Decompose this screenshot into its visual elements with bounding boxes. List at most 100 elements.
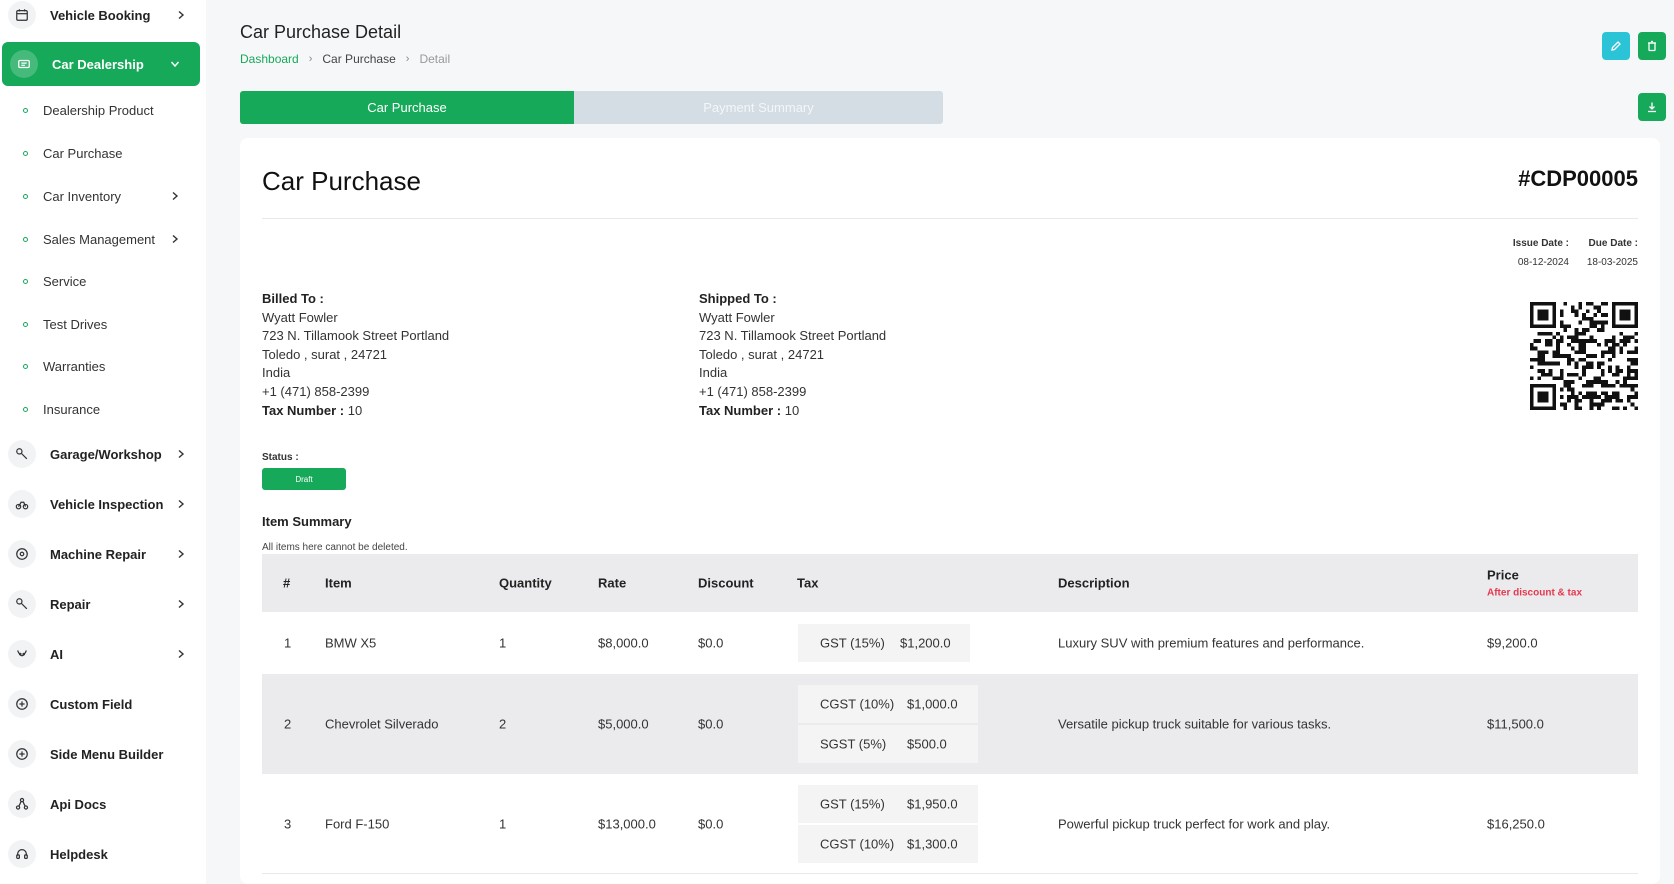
breadcrumb-detail: Detail (419, 52, 451, 66)
row-discount: $0.0 (698, 635, 724, 651)
tax-entry: CGST (10%) $1,300.0 (798, 825, 978, 863)
sidebar-item-label: Api Docs (50, 796, 107, 812)
sidebar-subitem-label: Car Purchase (43, 145, 123, 161)
sidebar-item-custom-field[interactable]: Custom Field (0, 682, 206, 726)
due-date-value: 18-03-2025 (1586, 257, 1638, 268)
chevron-right-icon (178, 549, 185, 559)
col-discount: Discount (698, 575, 754, 591)
sidebar-item-machine-repair[interactable]: Machine Repair (0, 532, 206, 576)
headset-icon (8, 840, 36, 868)
sidebar-item-repair[interactable]: Repair (0, 582, 206, 626)
breadcrumb-dashboard[interactable]: Dashboard (240, 52, 299, 66)
col-description: Description (1058, 575, 1130, 591)
invoice-title: Car Purchase (262, 166, 421, 196)
tax-name: GST (15%) (820, 635, 885, 651)
sidebar-subitem-car-purchase[interactable]: Car Purchase (0, 133, 206, 173)
download-button[interactable] (1638, 93, 1666, 121)
breadcrumb: Dashboard › Car Purchase › Detail (240, 52, 450, 66)
sidebar-subitem-car-inventory[interactable]: Car Inventory (0, 176, 206, 216)
bullet-icon (23, 107, 28, 113)
page-title: Car Purchase Detail (240, 22, 402, 42)
tax-name: GST (15%) (820, 796, 885, 812)
col-tax: Tax (797, 575, 819, 591)
tab-payment-summary[interactable]: Payment Summary (574, 91, 943, 124)
sidebar-item-ai[interactable]: AI (0, 632, 206, 676)
chevron-right-icon (178, 599, 185, 609)
sidebar-item-label: Vehicle Booking (50, 7, 151, 23)
pencil-icon (1611, 41, 1621, 51)
row-quantity: 1 (499, 816, 507, 831)
sidebar-subitem-label: Test Drives (43, 316, 108, 332)
sidebar-item-side-menu-builder[interactable]: Side Menu Builder (0, 732, 206, 776)
tax-name: SGST (5%) (820, 736, 887, 752)
table-row: 2 Chevrolet Silverado 2 $5,000.0 $0.0 CG… (262, 674, 1638, 774)
chevron-right-icon (178, 449, 185, 459)
bullet-icon (23, 363, 28, 369)
sidebar-subitem-dealership-product[interactable]: Dealership Product (0, 90, 206, 130)
bullet-icon (23, 150, 28, 156)
sidebar-subitem-service[interactable]: Service (0, 261, 206, 301)
bullet-icon (23, 236, 28, 242)
row-item: BMW X5 (325, 635, 377, 651)
billed-to-city: Toledo , surat , 24721 (262, 346, 388, 362)
billed-to-phone: +1 (471) 858-2399 (262, 383, 370, 399)
billed-to-street: 723 N. Tillamook Street Portland (262, 328, 450, 344)
sidebar-item-vehicle-inspection[interactable]: Vehicle Inspection (0, 482, 206, 526)
sidebar-subitem-label: Insurance (43, 401, 101, 417)
sidebar-subitem-test-drives[interactable]: Test Drives (0, 304, 206, 344)
edit-button[interactable] (1602, 32, 1630, 60)
billed-to-country: India (262, 365, 291, 381)
chevron-right-icon: › (308, 53, 313, 65)
chevron-right-icon (172, 191, 179, 201)
wrench-icon (8, 440, 36, 468)
sidebar-subitem-label: Car Inventory (43, 188, 122, 204)
trash-icon (1648, 40, 1656, 52)
sidebar-subitem-warranties[interactable]: Warranties (0, 346, 206, 386)
item-summary-title: Item Summary (262, 514, 352, 529)
tab-car-purchase[interactable]: Car Purchase (240, 91, 574, 124)
row-quantity: 1 (499, 635, 507, 651)
motorbike-icon (8, 490, 36, 518)
qr-code (1530, 302, 1638, 410)
sidebar-item-helpdesk[interactable]: Helpdesk (0, 832, 206, 876)
sidebar-item-vehicle-booking[interactable]: Vehicle Booking (0, 0, 206, 37)
bullet-icon (23, 193, 28, 199)
shipped-to-tax: Tax Number : 10 (699, 402, 886, 421)
car-dealership-icon (10, 50, 38, 78)
sidebar-item-label: Car Dealership (52, 56, 144, 72)
chevron-right-icon (178, 10, 185, 20)
col-quantity: Quantity (499, 575, 552, 591)
row-number: 2 (284, 716, 292, 732)
plus-circle-icon (8, 740, 36, 768)
tax-number-value: 10 (784, 402, 800, 418)
sidebar-subitem-sales-management[interactable]: Sales Management (0, 219, 206, 259)
shipped-to-heading: Shipped To : (699, 291, 777, 306)
tax-name: CGST (10%) (820, 696, 895, 712)
download-icon (1648, 102, 1656, 113)
billed-to-tax: Tax Number : 10 (262, 402, 449, 421)
col-price-label: Price (1487, 567, 1519, 583)
sidebar-subitem-label: Dealership Product (43, 102, 154, 118)
wrench-icon (8, 590, 36, 618)
sidebar-subitem-insurance[interactable]: Insurance (0, 389, 206, 429)
sidebar: Vehicle Booking Car Dealership Dealershi… (0, 0, 206, 884)
sidebar-item-label: Repair (50, 596, 91, 612)
chevron-down-icon (170, 61, 180, 68)
row-discount: $0.0 (698, 816, 724, 831)
sidebar-item-label: Machine Repair (50, 546, 147, 562)
chevron-right-icon (178, 499, 185, 509)
sidebar-item-api-docs[interactable]: Api Docs (0, 782, 206, 826)
chevron-right-icon: › (405, 53, 410, 65)
billed-to-heading: Billed To : (262, 291, 324, 306)
invoice-number: #CDP00005 (1518, 166, 1638, 191)
divider (262, 218, 1638, 219)
col-number: # (283, 575, 291, 591)
breadcrumb-car-purchase[interactable]: Car Purchase (322, 52, 395, 66)
row-price: $11,500.0 (1487, 716, 1544, 732)
delete-button[interactable] (1638, 32, 1666, 60)
row-number: 1 (284, 635, 292, 651)
sidebar-item-car-dealership[interactable]: Car Dealership (2, 42, 200, 86)
row-description: Powerful pickup truck perfect for work a… (1058, 816, 1331, 831)
sidebar-item-garage-workshop[interactable]: Garage/Workshop (0, 432, 206, 476)
shipped-to-country: India (699, 365, 728, 381)
